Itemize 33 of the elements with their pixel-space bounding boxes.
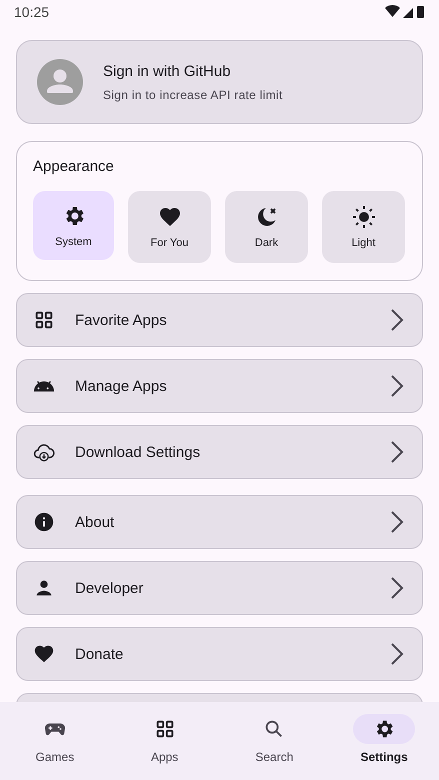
menu-item[interactable]: Download Settings bbox=[16, 425, 423, 479]
chevron-right-icon bbox=[390, 374, 404, 398]
chevron-right-icon bbox=[390, 510, 404, 534]
menu-item[interactable]: About bbox=[16, 495, 423, 549]
nav-tab[interactable]: Settings bbox=[329, 702, 439, 780]
heart-icon bbox=[33, 643, 55, 665]
heart-icon bbox=[158, 205, 182, 229]
theme-option[interactable]: System bbox=[33, 191, 114, 260]
info-icon bbox=[33, 511, 55, 533]
menu-item[interactable]: Donate bbox=[16, 627, 423, 681]
menu-item[interactable]: Developer bbox=[16, 561, 423, 615]
theme-option[interactable]: For You bbox=[128, 191, 211, 263]
nav-tab[interactable]: Games bbox=[0, 702, 110, 780]
avatar-icon bbox=[37, 59, 83, 105]
nav-tab[interactable]: Search bbox=[220, 702, 330, 780]
grid-icon bbox=[154, 718, 176, 740]
chevron-right-icon bbox=[390, 642, 404, 666]
nav-tab[interactable]: Apps bbox=[110, 702, 220, 780]
sign-in-subtitle: Sign in to increase API rate limit bbox=[103, 88, 283, 102]
sign-in-title: Sign in with GitHub bbox=[103, 62, 232, 80]
grid-icon bbox=[33, 309, 55, 331]
chevron-right-icon bbox=[390, 576, 404, 600]
status-time: 10:25 bbox=[14, 4, 50, 20]
chevron-right-icon bbox=[390, 440, 404, 464]
theme-option[interactable]: Dark bbox=[225, 191, 308, 263]
status-icons bbox=[385, 5, 425, 19]
sign-in-card[interactable]: Sign in with GitHub Sign in to increase API rate limit bbox=[16, 40, 423, 124]
sun-icon bbox=[352, 205, 376, 229]
menu-item[interactable]: Favorite Apps bbox=[16, 293, 423, 347]
menu-item[interactable]: Manage Apps bbox=[16, 359, 423, 413]
theme-option[interactable]: Light bbox=[322, 191, 405, 263]
chevron-right-icon bbox=[390, 308, 404, 332]
section-title: Appearance bbox=[33, 158, 115, 175]
